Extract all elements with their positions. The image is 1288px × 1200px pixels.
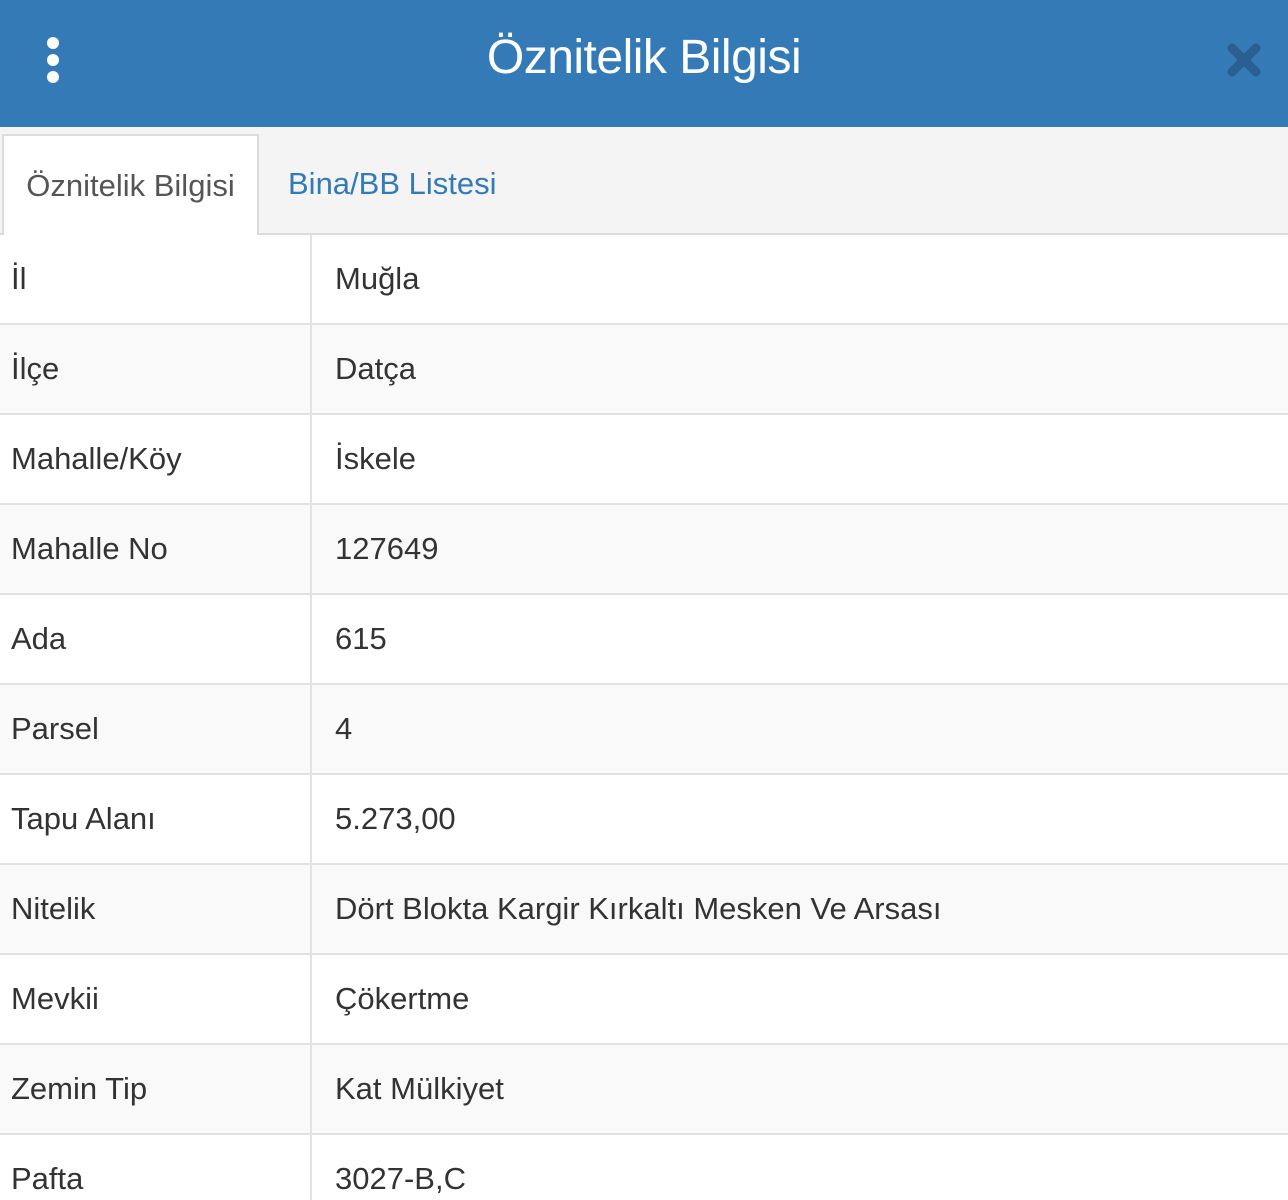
table-row: Mahalle No 127649	[0, 505, 1288, 595]
attribute-label: Mevkii	[0, 955, 312, 1043]
attribute-label: Tapu Alanı	[0, 775, 312, 863]
attribute-info-panel: Öznitelik Bilgisi Öznitelik Bilgisi Bina…	[0, 0, 1288, 1200]
attribute-value: 5.273,00	[335, 801, 456, 836]
table-row: Tapu Alanı 5.273,00	[0, 775, 1288, 865]
attribute-value: Kat Mülkiyet	[335, 1071, 504, 1106]
attribute-label: Zemin Tip	[0, 1045, 312, 1133]
attribute-label: Ada	[0, 595, 312, 683]
attribute-value: Datça	[335, 351, 416, 386]
attribute-table: İl Muğla İlçe Datça Mahalle/Köy İskele M…	[0, 235, 1288, 1200]
table-row: İlçe Datça	[0, 325, 1288, 415]
attribute-value: İskele	[335, 441, 416, 476]
attribute-label: Pafta	[0, 1135, 312, 1200]
table-row: İl Muğla	[0, 235, 1288, 325]
attribute-label: Parsel	[0, 685, 312, 773]
table-row: Mevkii Çökertme	[0, 955, 1288, 1045]
tab-building-list[interactable]: Bina/BB Listesi	[288, 134, 497, 235]
table-row: Pafta 3027-B,C	[0, 1135, 1288, 1200]
attribute-value: Çökertme	[335, 981, 470, 1016]
attribute-value: 3027-B,C	[335, 1161, 466, 1196]
panel-title: Öznitelik Bilgisi	[486, 31, 802, 84]
attribute-label: İlçe	[0, 325, 312, 413]
attribute-value: 4	[335, 711, 353, 746]
attribute-label: Mahalle/Köy	[0, 415, 312, 503]
table-row: Zemin Tip Kat Mülkiyet	[0, 1045, 1288, 1135]
tab-bar: Öznitelik Bilgisi Bina/BB Listesi	[0, 127, 1288, 237]
attribute-value: 127649	[335, 531, 439, 566]
table-row: Nitelik Dört Blokta Kargir Kırkaltı Mesk…	[0, 865, 1288, 955]
table-row: Mahalle/Köy İskele	[0, 415, 1288, 505]
table-row: Ada 615	[0, 595, 1288, 685]
tab-attribute-info[interactable]: Öznitelik Bilgisi	[2, 134, 259, 237]
attribute-label: İl	[0, 235, 312, 323]
attribute-value: Muğla	[335, 261, 420, 296]
close-icon[interactable]	[1226, 42, 1262, 78]
panel-header: Öznitelik Bilgisi	[0, 0, 1288, 127]
attribute-value: 615	[335, 621, 387, 656]
attribute-label: Nitelik	[0, 865, 312, 953]
attribute-label: Mahalle No	[0, 505, 312, 593]
table-row: Parsel 4	[0, 685, 1288, 775]
attribute-value: Dört Blokta Kargir Kırkaltı Mesken Ve Ar…	[335, 891, 942, 926]
